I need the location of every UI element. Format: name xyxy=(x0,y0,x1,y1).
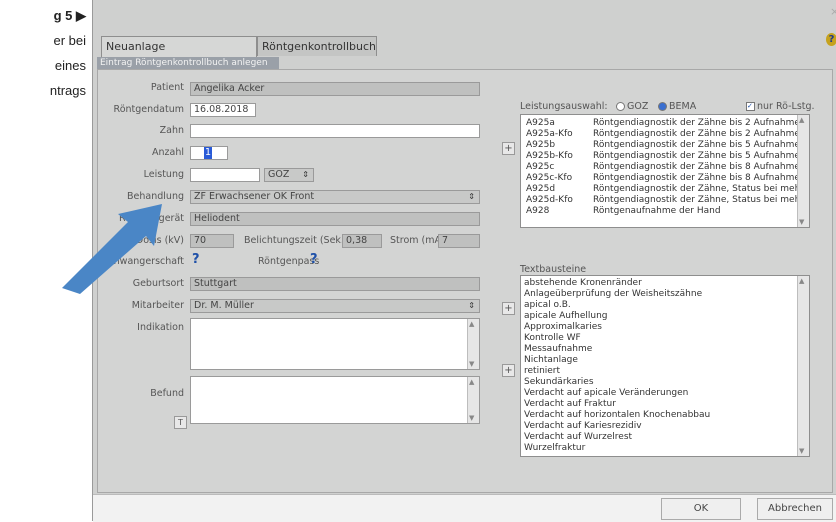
list-item[interactable]: Kontrolle WF xyxy=(524,333,581,344)
patient-field[interactable]: Angelika Acker xyxy=(190,82,480,96)
updown-icon: ⇕ xyxy=(302,170,309,179)
tooth-label: Zahn xyxy=(159,125,184,136)
services-list: A925a Röntgendiagnostik der Zähne bis 2 A… xyxy=(520,114,810,228)
billing-select-value: GOZ xyxy=(268,169,290,180)
text-blocks-scrollbar[interactable]: ▲ ▼ xyxy=(797,276,809,456)
caption-line: er bei xyxy=(53,33,86,48)
finding-textarea[interactable]: ▲ ▼ xyxy=(190,376,480,424)
ok-button[interactable]: OK xyxy=(661,498,741,520)
add-finding-text-button[interactable]: + xyxy=(502,364,515,377)
radio-icon xyxy=(616,102,625,111)
list-item[interactable]: abstehende Kronenränder xyxy=(524,278,642,289)
list-item[interactable]: Sekundärkaries xyxy=(524,377,594,388)
staff-select[interactable]: Dr. M. Müller ⇕ xyxy=(190,299,480,313)
list-item[interactable]: Verdacht auf Wurzelrest xyxy=(524,432,632,443)
list-item[interactable]: Anlageüberprüfung der Weisheitszähne xyxy=(524,289,702,300)
option-goz[interactable]: GOZ xyxy=(616,101,648,112)
radio-selected-icon xyxy=(658,102,667,111)
entry-header: Eintrag Röntgenkontrollbuch anlegen xyxy=(97,57,279,69)
current-label: Strom (mA) xyxy=(390,235,445,246)
entry-form-panel: Patient Angelika Acker Röntgendatum 16.0… xyxy=(97,69,833,493)
finding-label: Befund xyxy=(150,388,184,399)
indication-textarea[interactable]: ▲ ▼ xyxy=(190,318,480,370)
figure-label: g 5 ▶ xyxy=(53,8,86,23)
count-field[interactable]: 1 xyxy=(190,146,228,160)
option-bema[interactable]: BEMA xyxy=(658,101,696,112)
list-item[interactable]: Wurzelfraktur xyxy=(524,443,585,454)
help-icon[interactable]: ? xyxy=(826,33,836,46)
current-field[interactable]: 7 xyxy=(438,234,480,248)
treatment-select[interactable]: ZF Erwachsener OK Front ⇕ xyxy=(190,190,480,204)
list-item[interactable]: Messaufnahme xyxy=(524,344,592,355)
text-blocks-label: Textbausteine xyxy=(520,264,587,275)
patient-label: Patient xyxy=(150,82,184,93)
dialog-footer: OK Abbrechen xyxy=(93,494,836,522)
staff-label: Mitarbeiter xyxy=(131,300,184,311)
xray-pass-question-icon[interactable]: ? xyxy=(310,252,318,267)
exposure-label: Belichtungszeit (Sek.) xyxy=(244,235,348,246)
caption-line: ntrags xyxy=(49,83,86,98)
indication-label: Indikation xyxy=(137,322,184,333)
list-item[interactable]: Verdacht auf horizontalen Knochenabbau xyxy=(524,410,710,421)
finding-scrollbar[interactable]: ▲ ▼ xyxy=(467,377,479,423)
date-field[interactable]: 16.08.2018 xyxy=(190,103,256,117)
updown-icon: ⇕ xyxy=(468,192,475,201)
callout-arrow-icon xyxy=(62,204,162,294)
list-item[interactable]: Verdacht auf Fraktur xyxy=(524,399,616,410)
list-item[interactable]: Approximalkaries xyxy=(524,322,602,333)
add-service-button[interactable]: + xyxy=(502,142,515,155)
checkbox-checked-icon: ✓ xyxy=(746,102,755,111)
list-item[interactable]: Nichtanlage xyxy=(524,355,578,366)
staff-select-value: Dr. M. Müller xyxy=(194,300,254,311)
services-scrollbar[interactable]: ▲ ▼ xyxy=(797,115,809,227)
filter-xray-only[interactable]: ✓ nur Rö-Lstg. xyxy=(746,101,815,112)
birthplace-field[interactable]: Stuttgart xyxy=(190,277,480,291)
indication-scrollbar[interactable]: ▲ ▼ xyxy=(467,319,479,369)
add-indication-text-button[interactable]: + xyxy=(502,302,515,315)
text-format-icon[interactable]: T xyxy=(174,416,187,429)
list-item[interactable]: apical o.B. xyxy=(524,300,571,311)
updown-icon: ⇕ xyxy=(468,301,475,310)
exposure-field[interactable]: 0,38 xyxy=(342,234,382,248)
date-label: Röntgendatum xyxy=(113,104,184,115)
caption-line: eines xyxy=(54,58,86,73)
tab-new-xray-entry[interactable]: Neuanlage Röntgeneintrag xyxy=(101,36,257,73)
cancel-button[interactable]: Abbrechen xyxy=(757,498,833,520)
tooth-field[interactable] xyxy=(190,124,480,138)
device-field[interactable]: Heliodent xyxy=(190,212,480,226)
count-value: 1 xyxy=(204,147,213,159)
list-item[interactable]: retiniert xyxy=(524,366,560,377)
billing-select[interactable]: GOZ ⇕ xyxy=(264,168,314,182)
treatment-select-value: ZF Erwachsener OK Front xyxy=(194,191,315,202)
close-icon[interactable]: × xyxy=(830,5,836,18)
list-item[interactable]: apicale Aufhellung xyxy=(524,311,607,322)
services-label: Leistungsauswahl: xyxy=(520,101,608,112)
text-blocks-list: abstehende Kronenränder Anlageüberprüfun… xyxy=(520,275,810,457)
tab-xray-log[interactable]: Röntgenkontrollbuch xyxy=(257,36,377,56)
list-item[interactable]: Verdacht auf Kariesrezidiv xyxy=(524,421,642,432)
count-label: Anzahl xyxy=(152,147,184,158)
list-item[interactable]: Verdacht auf apicale Veränderungen xyxy=(524,388,688,399)
